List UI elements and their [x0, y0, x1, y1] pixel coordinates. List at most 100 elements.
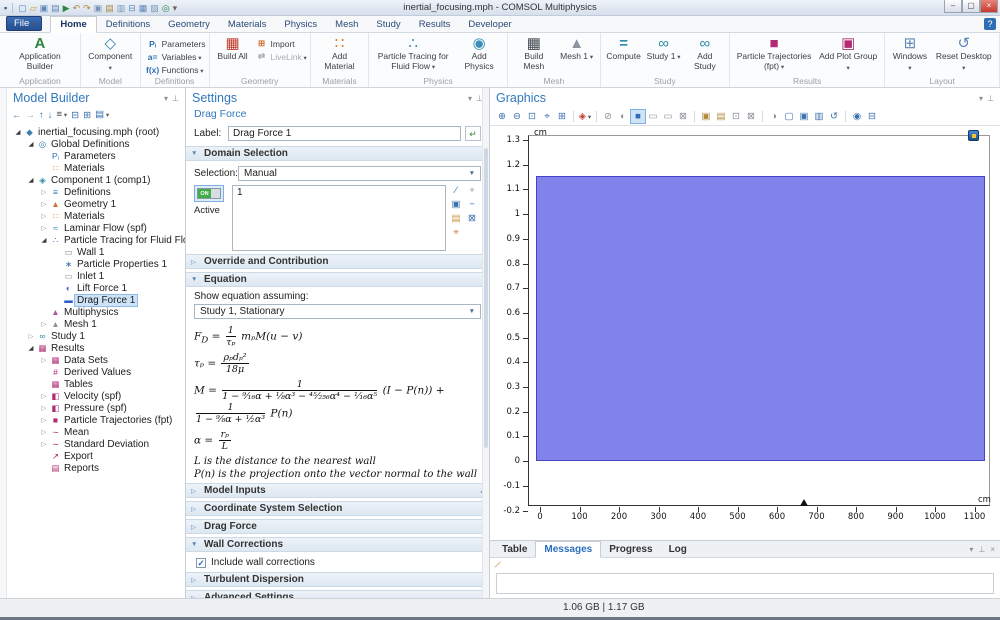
hide-objects-icon[interactable]: ⊠: [676, 110, 690, 123]
reset-desktop-button[interactable]: ↺Reset Desktop: [932, 34, 996, 74]
expand-icon[interactable]: ▷: [39, 320, 49, 328]
perspective-view-icon[interactable]: ▣: [797, 110, 811, 123]
tree-item-definitions[interactable]: ▷≡Definitions: [7, 186, 185, 198]
tree-item-component-1-comp1[interactable]: ◢◈Component 1 (comp1): [7, 174, 185, 186]
expand-all-icon[interactable]: ⊞: [83, 110, 91, 122]
copy-icon[interactable]: ▣: [94, 3, 103, 13]
show-options-icon[interactable]: ≡: [57, 109, 68, 122]
panel-menu-icon[interactable]: ▾: [164, 94, 168, 103]
reset-table-icon[interactable]: ▧: [150, 3, 159, 13]
image-snapshot-icon[interactable]: ◉: [850, 110, 864, 123]
collapse-icon[interactable]: ◢: [13, 128, 23, 136]
collapse-icon[interactable]: ◢: [39, 236, 49, 244]
parameters-button[interactable]: PᵢParameters: [144, 37, 206, 50]
save-file-icon[interactable]: ▣: [40, 3, 49, 13]
file-menu-button[interactable]: File: [6, 16, 42, 31]
tree-item-materials[interactable]: ∷Materials: [7, 162, 185, 174]
view-all-icon[interactable]: ⊞: [555, 110, 569, 123]
variables-button[interactable]: a=Variables: [144, 50, 206, 63]
zoom-out-icon[interactable]: ⊖: [510, 110, 524, 123]
tab-messages[interactable]: Messages: [535, 541, 601, 558]
section-wall-corrections[interactable]: ▼ Wall Corrections: [186, 537, 489, 552]
expand-icon[interactable]: ▷: [39, 428, 49, 436]
tree-item-parameters[interactable]: PᵢParameters: [7, 150, 185, 162]
background-color-icon[interactable]: ◐: [616, 110, 630, 123]
tree-item-drag-force-1[interactable]: ▬Drag Force 1: [7, 294, 185, 306]
orthographic-view-icon[interactable]: ▢: [782, 110, 796, 123]
expand-icon[interactable]: ▷: [39, 404, 49, 412]
tab-physics[interactable]: Physics: [275, 17, 326, 32]
tree-item-standard-deviation[interactable]: ▷∼Standard Deviation: [7, 438, 185, 450]
expand-icon[interactable]: ▷: [39, 440, 49, 448]
section-override-contribution[interactable]: ▷ Override and Contribution: [186, 254, 489, 269]
tab-developer[interactable]: Developer: [459, 17, 520, 32]
new-file-icon[interactable]: ▢: [18, 3, 27, 13]
run-icon[interactable]: ▶: [63, 3, 70, 13]
build-all-button[interactable]: ▦Build All: [213, 34, 253, 63]
tree-item-study-1[interactable]: ▷∞Study 1: [7, 330, 185, 342]
tree-item-pressure-spf[interactable]: ▷◧Pressure (spf): [7, 402, 185, 414]
label-visibility-icon[interactable]: ▭: [661, 110, 675, 123]
deselect-entities-icon[interactable]: ⊠: [744, 110, 758, 123]
print-icon[interactable]: ⊟: [865, 110, 879, 123]
zoom-in-icon[interactable]: ⊕: [495, 110, 509, 123]
pin-icon[interactable]: ⊥: [172, 94, 179, 103]
include-wall-corrections-checkbox[interactable]: ✓: [196, 558, 206, 568]
expand-icon[interactable]: ▷: [39, 416, 49, 424]
equation-study-dropdown[interactable]: Study 1, Stationary ▼: [194, 304, 481, 319]
tab-mesh[interactable]: Mesh: [326, 17, 367, 32]
tree-item-multiphysics[interactable]: ▲Multiphysics: [7, 306, 185, 318]
clear-messages-icon[interactable]: ∕: [496, 560, 500, 571]
tree-item-global-definitions[interactable]: ◢◎Global Definitions: [7, 138, 185, 150]
help-button[interactable]: ?: [984, 18, 996, 30]
panel-menu-icon[interactable]: ▾: [969, 545, 973, 554]
add-study-button[interactable]: ∞Add Study: [684, 34, 726, 72]
node-text-icon[interactable]: ▤: [95, 109, 109, 122]
tree-item-particle-properties-1[interactable]: ∗Particle Properties 1: [7, 258, 185, 270]
go-forward-icon[interactable]: →: [26, 110, 36, 122]
move-down-icon[interactable]: ↓: [48, 110, 53, 122]
expand-icon[interactable]: ▷: [39, 212, 49, 220]
tab-home[interactable]: Home: [50, 16, 96, 33]
app-menu-icon[interactable]: ▪: [4, 3, 7, 13]
messages-text-area[interactable]: [496, 573, 994, 594]
close-panel-icon[interactable]: ×: [990, 545, 995, 554]
clear-selection-icon[interactable]: ⊠: [465, 213, 479, 224]
delete-icon[interactable]: ⊟: [128, 3, 136, 13]
windows-button[interactable]: ⊞Windows: [888, 34, 931, 74]
expand-icon[interactable]: ▷: [39, 356, 49, 364]
compute-button[interactable]: =Compute: [604, 34, 644, 63]
save-preview-icon[interactable]: ▤: [51, 3, 60, 13]
add-physics-button[interactable]: ◉Add Physics: [454, 34, 504, 72]
plot-canvas[interactable]: cm cm 1.31.21.110.90.80.70.60.50.40.30.2…: [490, 125, 1000, 540]
transparency-icon[interactable]: ◑: [767, 110, 781, 123]
tree-item-mesh-1[interactable]: ▷▲Mesh 1: [7, 318, 185, 330]
copy-image-icon[interactable]: ▣: [699, 110, 713, 123]
remove-from-selection-icon[interactable]: −: [465, 199, 479, 210]
qat-more-icon[interactable]: ▾: [173, 3, 178, 13]
tree-item-geometry-1[interactable]: ▷▲Geometry 1: [7, 198, 185, 210]
select-table-icon[interactable]: ▦: [139, 3, 148, 13]
paste-icon[interactable]: ▤: [105, 3, 114, 13]
collapse-icon[interactable]: ◢: [26, 344, 36, 352]
tree-item-lift-force-1[interactable]: ◐Lift Force 1: [7, 282, 185, 294]
tree-item-materials[interactable]: ▷∷Materials: [7, 210, 185, 222]
add-plot-group-button[interactable]: ▣Add Plot Group: [815, 34, 881, 74]
open-file-icon[interactable]: ▱: [30, 3, 37, 13]
study-1-button[interactable]: ∞Study 1: [644, 34, 684, 64]
section-drag-force[interactable]: ▷ Drag Force: [186, 519, 489, 534]
collapse-all-icon[interactable]: ⊟: [71, 110, 79, 122]
expand-icon[interactable]: ▷: [26, 332, 36, 340]
section-domain-selection[interactable]: ▼ Domain Selection: [186, 146, 489, 161]
tab-materials[interactable]: Materials: [219, 17, 276, 32]
pin-icon[interactable]: ⊥: [978, 545, 985, 554]
section-turbulent-dispersion[interactable]: ▷ Turbulent Dispersion: [186, 572, 489, 587]
particle-tracing-for-fluid-flow-button[interactable]: ∴Particle Tracing for Fluid Flow: [372, 34, 454, 73]
show-grid-icon[interactable]: ⊘: [601, 110, 615, 123]
tree-item-derived-values[interactable]: #Derived Values: [7, 366, 185, 378]
tab-results[interactable]: Results: [410, 17, 460, 32]
duplicate-icon[interactable]: ▥: [117, 3, 126, 13]
select-entities-icon[interactable]: ⊡: [729, 110, 743, 123]
tree-item-wall-1[interactable]: ▭Wall 1: [7, 246, 185, 258]
scrollbar-thumb[interactable]: [484, 148, 488, 448]
